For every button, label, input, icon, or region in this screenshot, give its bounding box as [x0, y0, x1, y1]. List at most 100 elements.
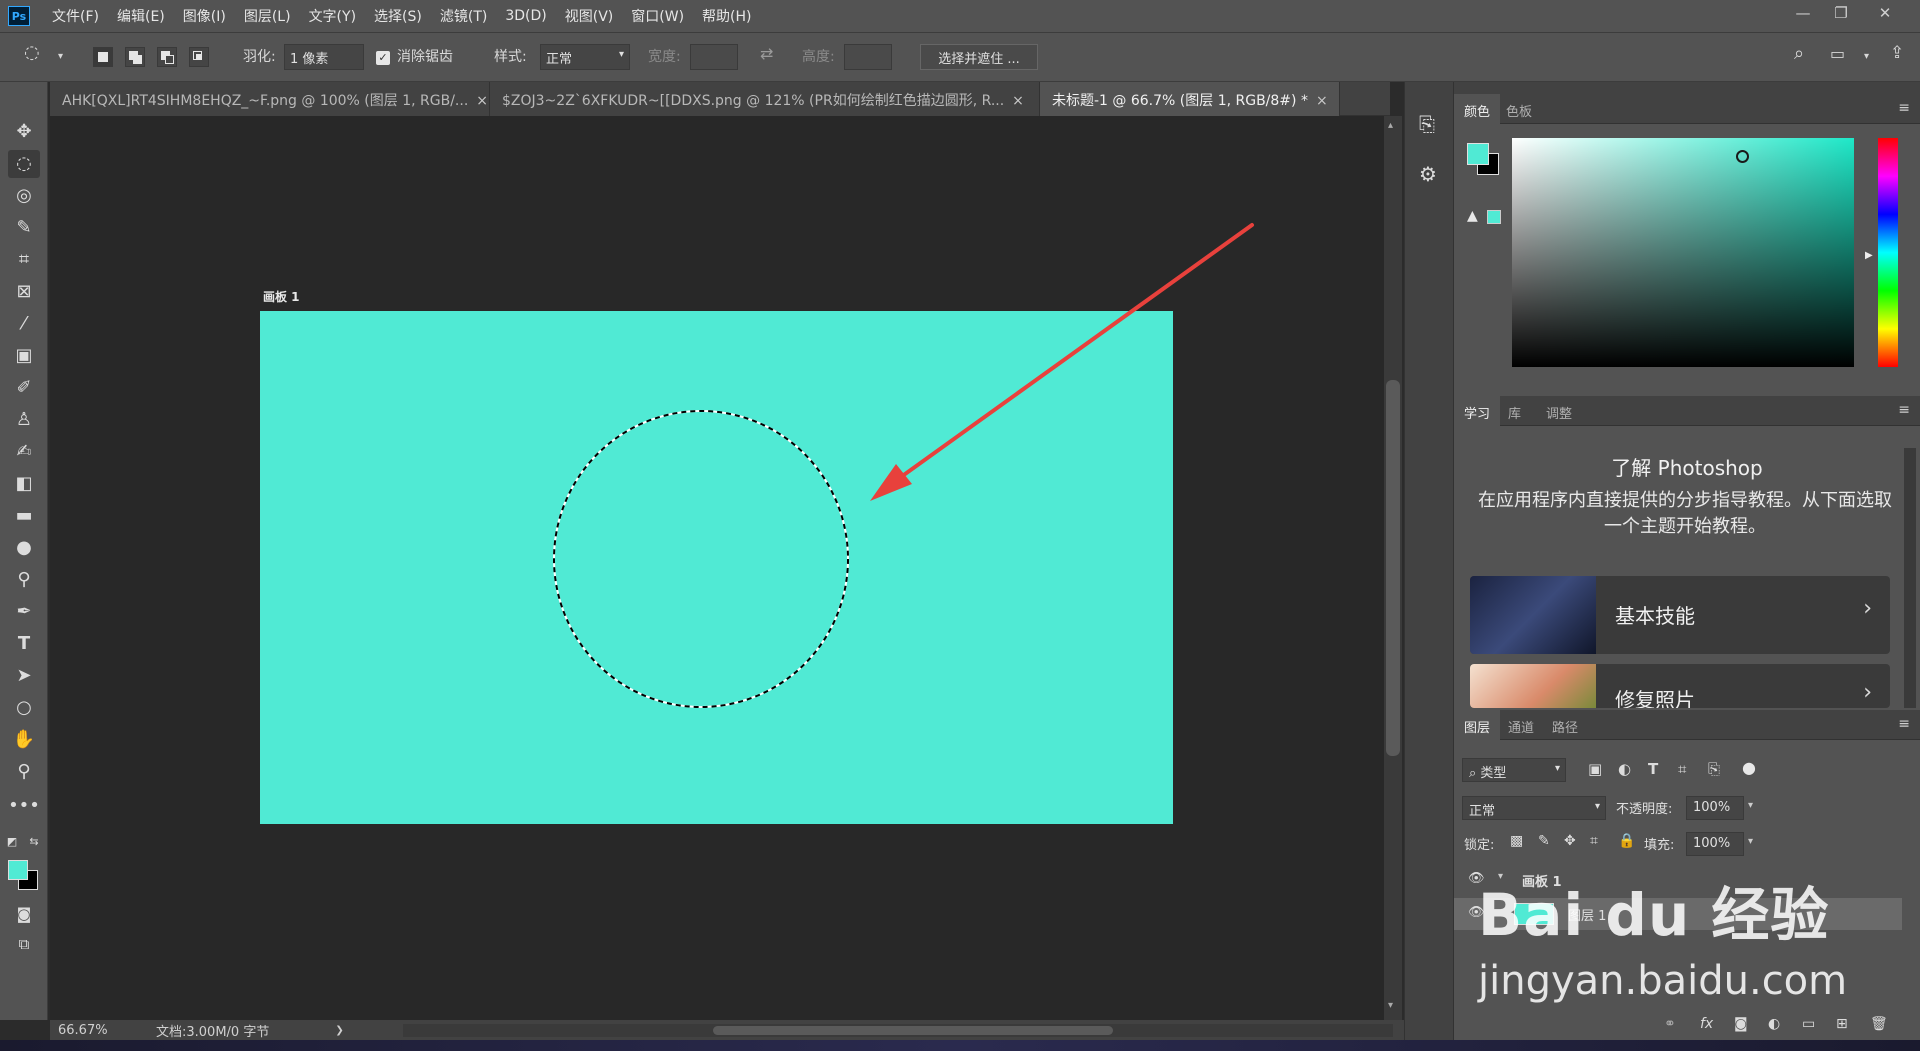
filter-shape-icon[interactable]: ⌗: [1678, 760, 1686, 778]
panel-menu-icon[interactable]: ≡: [1898, 716, 1910, 732]
scroll-up-icon[interactable]: ▴: [1388, 120, 1393, 131]
new-layer-icon[interactable]: ⊞: [1836, 1016, 1848, 1032]
new-selection-mode-button[interactable]: [93, 47, 113, 67]
path-selection-tool-icon[interactable]: ➤: [8, 662, 40, 690]
tab-adjustments[interactable]: 调整: [1536, 396, 1582, 426]
fill-input[interactable]: 100%: [1686, 832, 1744, 856]
menu-view[interactable]: 视图(V): [565, 6, 614, 26]
filter-toggle-icon[interactable]: ●: [1742, 758, 1756, 777]
menu-filter[interactable]: 滤镜(T): [440, 6, 487, 26]
default-colors-icon[interactable]: ◩: [4, 828, 20, 856]
scroll-down-icon[interactable]: ▾: [1388, 1000, 1393, 1011]
intersect-selection-mode-button[interactable]: [189, 47, 209, 67]
screen-mode-icon[interactable]: ⧉: [8, 930, 40, 958]
blend-mode-select[interactable]: 正常 ▾: [1462, 796, 1606, 820]
artboard-label[interactable]: 画板 1: [263, 288, 300, 305]
hue-slider[interactable]: [1878, 138, 1898, 367]
learn-card-fix-photo[interactable]: 修复照片 ›: [1470, 664, 1890, 708]
hand-tool-icon[interactable]: ✋: [8, 726, 40, 754]
layer-style-icon[interactable]: fx: [1700, 1016, 1713, 1032]
vertical-scrollbar-thumb[interactable]: [1386, 380, 1400, 756]
lock-position-icon[interactable]: ✥: [1564, 833, 1576, 849]
healing-brush-tool-icon[interactable]: ▣: [8, 342, 40, 370]
filter-pixel-icon[interactable]: ▣: [1588, 760, 1602, 778]
tab-color[interactable]: 颜色: [1454, 94, 1501, 124]
crop-tool-icon[interactable]: ⌗: [8, 246, 40, 274]
foreground-color-swatch[interactable]: [8, 860, 28, 880]
lasso-tool-icon[interactable]: ◎: [8, 182, 40, 210]
eraser-tool-icon[interactable]: ◧: [8, 470, 40, 498]
doc-tab-2[interactable]: $ZOJ3~2Z`6XFKUDR~[[DDXS.png @ 121% (PR如何…: [490, 82, 1040, 116]
filter-smart-object-icon[interactable]: ⎘: [1708, 760, 1720, 778]
artboard[interactable]: [260, 311, 1173, 824]
feather-input[interactable]: 1 像素: [284, 44, 364, 70]
opacity-input[interactable]: 100%: [1686, 796, 1744, 820]
add-mask-icon[interactable]: ◙: [1734, 1016, 1748, 1032]
brush-tool-icon[interactable]: ✐: [8, 374, 40, 402]
horizontal-scrollbar[interactable]: [403, 1024, 1393, 1037]
menu-help[interactable]: 帮助(H): [702, 6, 751, 26]
share-icon[interactable]: ⇪: [1890, 43, 1904, 63]
select-and-mask-button[interactable]: 选择并遮住 ...: [920, 44, 1038, 70]
adjustment-layer-icon[interactable]: ◐: [1768, 1016, 1780, 1032]
lock-transparent-icon[interactable]: ▩: [1510, 833, 1523, 849]
tab-paths[interactable]: 路径: [1542, 710, 1588, 740]
eyedropper-tool-icon[interactable]: ⁄: [8, 310, 40, 338]
doc-tab-3[interactable]: 未标题-1 @ 66.7% (图层 1, RGB/8#) * ×: [1040, 82, 1340, 116]
frame-tool-icon[interactable]: ⊠: [8, 278, 40, 306]
horizontal-scrollbar-thumb[interactable]: [713, 1026, 1113, 1035]
hue-slider-pointer-icon[interactable]: ▶: [1865, 250, 1873, 261]
elliptical-marquee-preset-icon[interactable]: ◌: [24, 42, 40, 63]
style-select[interactable]: 正常 ▾: [540, 44, 630, 70]
link-layers-icon[interactable]: ⚭: [1664, 1016, 1676, 1032]
tab-close-icon[interactable]: ×: [1012, 93, 1024, 109]
menu-edit[interactable]: 编辑(E): [117, 6, 165, 26]
layer-filter-select[interactable]: ⌕ 类型 ▾: [1462, 758, 1566, 782]
tab-learn[interactable]: 学习: [1454, 396, 1501, 426]
ellipse-shape-tool-icon[interactable]: ○: [8, 694, 40, 722]
workspace-chevron-icon[interactable]: ▾: [1864, 51, 1869, 62]
gradient-tool-icon[interactable]: ▬: [8, 502, 40, 530]
menu-type[interactable]: 文字(Y): [309, 6, 356, 26]
close-window-button[interactable]: ✕: [1872, 4, 1898, 26]
pen-tool-icon[interactable]: ✒: [8, 598, 40, 626]
type-tool-icon[interactable]: T: [8, 630, 40, 658]
blur-tool-icon[interactable]: ●: [8, 534, 40, 562]
color-picker-circle[interactable]: [1736, 150, 1749, 163]
workspace-icon[interactable]: ▭: [1830, 44, 1845, 63]
lock-all-icon[interactable]: 🔒: [1618, 833, 1635, 849]
status-arrow-icon[interactable]: ❯: [335, 1025, 343, 1036]
gamut-warning-icon[interactable]: ▲: [1467, 208, 1478, 224]
menu-3d[interactable]: 3D(D): [505, 8, 546, 24]
zoom-level[interactable]: 66.67%: [58, 1023, 116, 1038]
fill-chevron-icon[interactable]: ▾: [1748, 836, 1753, 847]
dodge-tool-icon[interactable]: ⚲: [8, 566, 40, 594]
more-tools-icon[interactable]: •••: [8, 792, 40, 820]
restore-button[interactable]: ❐: [1828, 4, 1854, 26]
menu-file[interactable]: 文件(F): [52, 6, 99, 26]
tab-layers[interactable]: 图层: [1454, 710, 1501, 740]
move-tool-icon[interactable]: ✥: [8, 118, 40, 146]
quick-mask-icon[interactable]: ◙: [8, 900, 40, 928]
panel-menu-icon[interactable]: ≡: [1898, 402, 1910, 418]
tab-close-icon[interactable]: ×: [476, 93, 488, 109]
doc-tab-1[interactable]: AHK[QXL]RT4SIHM8EHQZ_~F.png @ 100% (图层 1…: [50, 82, 490, 116]
zoom-tool-icon[interactable]: ⚲: [8, 758, 40, 786]
swap-dimensions-icon[interactable]: ⇄: [760, 44, 773, 63]
tab-close-icon[interactable]: ×: [1316, 93, 1328, 109]
menu-window[interactable]: 窗口(W): [631, 6, 684, 26]
filter-adjustment-icon[interactable]: ◐: [1618, 760, 1631, 778]
quick-selection-tool-icon[interactable]: ✎: [8, 214, 40, 242]
chevron-down-icon[interactable]: ▾: [58, 51, 63, 62]
learn-scrollbar[interactable]: [1904, 448, 1916, 708]
antialias-checkbox[interactable]: ✓: [376, 51, 390, 65]
swap-colors-icon[interactable]: ⇆: [26, 828, 42, 856]
opacity-chevron-icon[interactable]: ▾: [1748, 800, 1753, 811]
history-brush-tool-icon[interactable]: ✍: [8, 438, 40, 466]
minimize-button[interactable]: —: [1790, 4, 1816, 26]
menu-image[interactable]: 图像(I): [183, 6, 226, 26]
web-safe-swatch[interactable]: [1487, 210, 1501, 224]
color-panel-foreground-swatch[interactable]: [1467, 143, 1489, 165]
history-panel-icon[interactable]: ⎘: [1419, 112, 1435, 136]
lock-image-icon[interactable]: ✎: [1538, 833, 1550, 849]
